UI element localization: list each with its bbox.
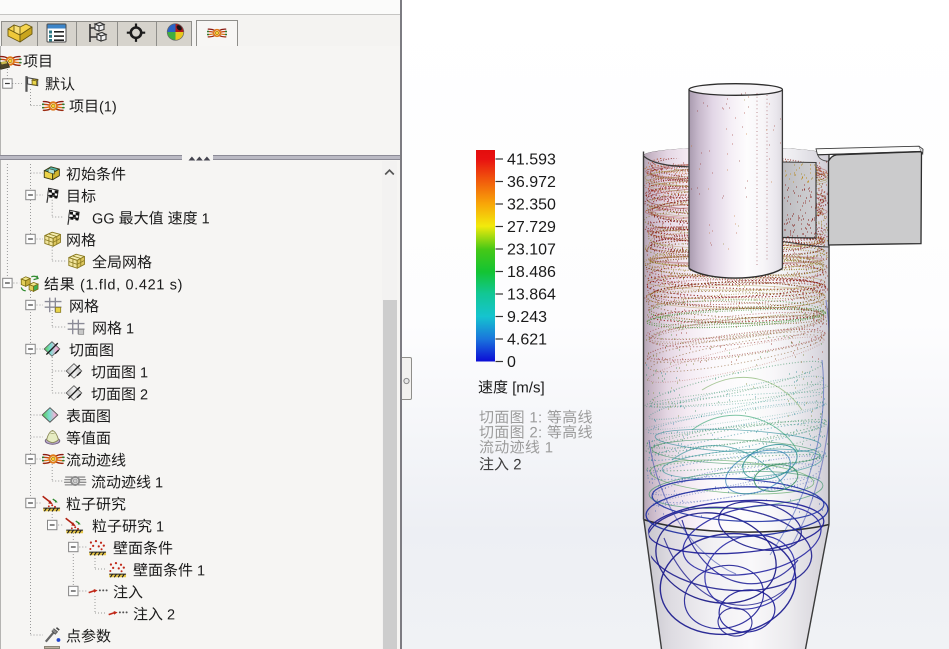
svg-text:13.864: 13.864 (507, 287, 556, 304)
svg-text:32.350: 32.350 (507, 197, 556, 214)
svg-text:9.243: 9.243 (507, 309, 547, 326)
svg-text:4.621: 4.621 (507, 332, 547, 349)
svg-text:41.593: 41.593 (507, 152, 556, 169)
svg-text:18.486: 18.486 (507, 264, 556, 281)
svg-text:27.729: 27.729 (507, 219, 556, 236)
svg-text:36.972: 36.972 (507, 174, 556, 191)
svg-text:0: 0 (507, 354, 516, 371)
svg-text:23.107: 23.107 (507, 242, 556, 259)
